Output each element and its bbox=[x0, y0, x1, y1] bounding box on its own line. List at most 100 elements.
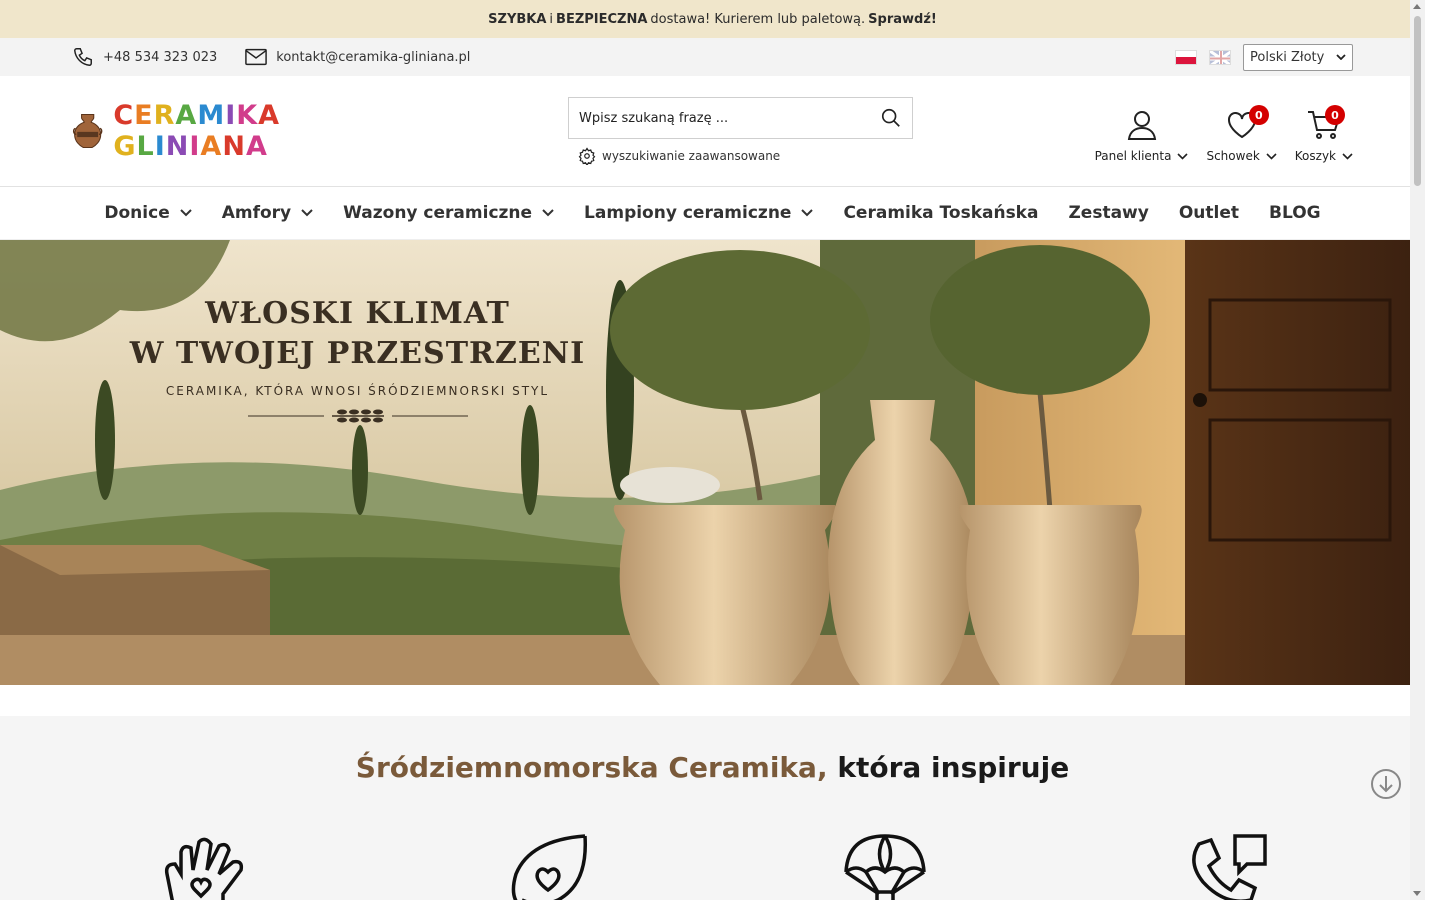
phone-link[interactable]: +48 534 323 023 bbox=[72, 46, 217, 68]
nav-label: BLOG bbox=[1269, 203, 1321, 223]
logo-letter: L bbox=[136, 131, 155, 162]
logo-letter: C bbox=[113, 100, 135, 131]
flag-en-icon[interactable] bbox=[1209, 49, 1231, 65]
gear-icon bbox=[578, 147, 596, 165]
nav-label: Zestawy bbox=[1068, 203, 1149, 223]
promo-fast: SZYBKA bbox=[488, 11, 547, 27]
scrollbar-thumb[interactable] bbox=[1414, 16, 1421, 186]
nav-item-donice[interactable]: Donice bbox=[104, 203, 192, 223]
hand-heart-icon bbox=[164, 837, 244, 900]
logo-letter: A bbox=[175, 100, 198, 131]
hero-banner[interactable]: WŁOSKI KLIMAT W TWOJEJ PRZESTRZENI CERAM… bbox=[0, 240, 1425, 685]
page-scrollbar[interactable] bbox=[1410, 0, 1425, 900]
chevron-down-icon bbox=[1342, 152, 1353, 160]
contact-bar: +48 534 323 023 kontakt@ceramika-glinian… bbox=[0, 38, 1425, 76]
email-address: kontakt@ceramika-gliniana.pl bbox=[276, 49, 471, 65]
amphora-logo-icon bbox=[72, 113, 103, 149]
features-section: Śródziemnomorska Ceramika, która inspiru… bbox=[0, 716, 1425, 900]
search-input[interactable] bbox=[579, 110, 859, 126]
scroll-up-arrow-icon[interactable] bbox=[1413, 4, 1421, 9]
email-link[interactable]: kontakt@ceramika-gliniana.pl bbox=[245, 48, 470, 66]
search-box bbox=[568, 97, 913, 139]
phone-icon bbox=[74, 48, 92, 66]
phone-number: +48 534 323 023 bbox=[103, 49, 218, 65]
hero-title-line2: W TWOJEJ PRZESTRZENI bbox=[129, 336, 586, 371]
wishlist-button[interactable]: 0 Schowek bbox=[1206, 105, 1277, 163]
laurel-ornament-icon bbox=[120, 406, 595, 426]
logo[interactable]: CERAMIKA GLINIANA bbox=[72, 100, 402, 162]
logo-letter: A bbox=[245, 131, 268, 162]
parachute-icon bbox=[844, 834, 926, 900]
cart-label-row: Koszyk bbox=[1295, 149, 1353, 163]
wishlist-count-badge: 0 bbox=[1248, 105, 1269, 125]
scroll-down-arrow-icon[interactable] bbox=[1413, 891, 1421, 896]
hero-text: WŁOSKI KLIMAT W TWOJEJ PRZESTRZENI CERAM… bbox=[120, 294, 595, 426]
account-label-row: Panel klienta bbox=[1095, 149, 1189, 163]
chevron-down-icon bbox=[801, 209, 814, 217]
nav-item-lampiony[interactable]: Lampiony ceramiczne bbox=[584, 203, 814, 223]
chevron-down-icon bbox=[180, 209, 192, 217]
cart-count-badge: 0 bbox=[1325, 105, 1345, 125]
promo-bar[interactable]: SZYBKA i BEZPIECZNA dostawa! Kurierem lu… bbox=[0, 0, 1425, 38]
search-area: wyszukiwanie zaawansowane bbox=[568, 97, 913, 165]
logo-letter: A bbox=[200, 131, 223, 162]
wishlist-label-row: Schowek bbox=[1206, 149, 1277, 163]
logo-text: CERAMIKA GLINIANA bbox=[113, 100, 402, 162]
wishlist-label: Schowek bbox=[1206, 149, 1260, 163]
promo-safe: BEZPIECZNA bbox=[556, 11, 648, 27]
nav-label: Outlet bbox=[1178, 203, 1240, 223]
search-icon[interactable] bbox=[880, 107, 902, 129]
logo-letter: N bbox=[222, 131, 246, 162]
promo-and: i bbox=[549, 11, 554, 27]
main-nav: Donice Amfory Wazony ceramiczne Lampiony… bbox=[0, 187, 1425, 240]
nav-label: Ceramika Toskańska bbox=[843, 203, 1039, 223]
hero-title-line1: WŁOSKI KLIMAT bbox=[205, 296, 510, 331]
logo-letter: N bbox=[165, 131, 190, 162]
chevron-down-icon bbox=[1336, 54, 1346, 60]
chevron-down-icon bbox=[1266, 152, 1277, 160]
logo-letter: A bbox=[258, 100, 281, 131]
logo-letter: M bbox=[197, 100, 226, 131]
currency-select[interactable]: Polski Złoty bbox=[1243, 43, 1353, 71]
header-actions: Panel klienta 0 Schowek 0 Koszyk bbox=[1077, 105, 1353, 163]
phone-chat-icon bbox=[1192, 834, 1267, 900]
cart-label: Koszyk bbox=[1294, 149, 1336, 163]
nav-item-outlet[interactable]: Outlet bbox=[1179, 203, 1239, 223]
logo-letter: K bbox=[236, 100, 259, 131]
locale-switcher: Polski Złoty bbox=[1175, 43, 1353, 71]
section-title: Śródziemnomorska Ceramika, która inspiru… bbox=[0, 751, 1425, 784]
page: SZYBKA i BEZPIECZNA dostawa! Kurierem lu… bbox=[0, 0, 1425, 900]
account-label: Panel klienta bbox=[1094, 149, 1172, 163]
chevron-down-icon bbox=[301, 209, 313, 217]
nav-item-wazony[interactable]: Wazony ceramiczne bbox=[343, 203, 554, 223]
nav-item-amfory[interactable]: Amfory bbox=[222, 203, 313, 223]
nav-item-blog[interactable]: BLOG bbox=[1269, 203, 1321, 223]
user-icon bbox=[1127, 111, 1156, 140]
nav-label: Wazony ceramiczne bbox=[343, 203, 533, 223]
nav-label: Lampiony ceramiczne bbox=[584, 203, 792, 223]
nav-item-zestawy[interactable]: Zestawy bbox=[1068, 203, 1148, 223]
chevron-down-icon bbox=[1177, 152, 1189, 160]
logo-letter: I bbox=[154, 131, 166, 162]
nav-item-toskanska[interactable]: Ceramika Toskańska bbox=[843, 203, 1038, 223]
logo-letter: I bbox=[189, 131, 201, 162]
logo-letter: E bbox=[134, 100, 154, 131]
section-title-highlight: Śródziemnomorska Ceramika, bbox=[355, 751, 828, 784]
cart-button[interactable]: 0 Koszyk bbox=[1295, 105, 1353, 163]
header: CERAMIKA GLINIANA wyszukiwanie zaawansow… bbox=[0, 76, 1425, 187]
flag-pl-icon[interactable] bbox=[1175, 49, 1197, 65]
chevron-down-icon bbox=[542, 209, 554, 217]
promo-cta-link[interactable]: Sprawdź! bbox=[868, 12, 937, 27]
currency-value: Polski Złoty bbox=[1250, 49, 1325, 65]
logo-letter: G bbox=[113, 131, 137, 162]
logo-letter: R bbox=[153, 100, 176, 131]
leaf-heart-icon bbox=[511, 834, 588, 900]
account-button[interactable]: Panel klienta bbox=[1095, 109, 1189, 163]
nav-label: Amfory bbox=[221, 203, 292, 223]
hero-subtitle: CERAMIKA, KTÓRA WNOSI ŚRÓDZIEMNORSKI STY… bbox=[165, 384, 550, 398]
mail-icon bbox=[245, 48, 268, 66]
scroll-down-icon[interactable] bbox=[1370, 768, 1402, 800]
advanced-search-link[interactable]: wyszukiwanie zaawansowane bbox=[568, 147, 913, 165]
logo-letter: I bbox=[225, 100, 237, 131]
nav-label: Donice bbox=[104, 203, 170, 223]
